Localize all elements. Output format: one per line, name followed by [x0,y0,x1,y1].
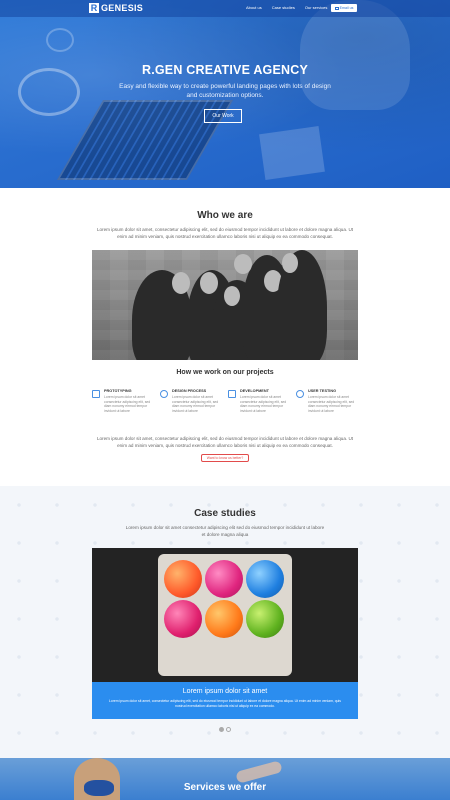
logo[interactable]: R GENESIS [89,3,143,13]
hero-subtitle: Easy and flexible way to create powerful… [119,83,331,99]
feature-title: USER TESTING [308,389,337,393]
case-studies-title: Case studies [194,508,256,519]
case-studies-text: Lorem ipsum dolor sit amet consectetur a… [125,525,325,537]
hero-photo-tablet [259,126,325,180]
know-us-better-button[interactable]: Want to know us better? [201,454,249,462]
hero-photo-cup [46,28,74,52]
hero-title: R.GEN CREATIVE AGENCY [141,63,309,77]
case-caption-title: Lorem ipsum dolor sit amet [182,688,268,695]
team-photo [92,250,358,360]
cube-icon [228,390,236,398]
nav-link-case-studies[interactable]: Case studies [272,5,295,10]
services-photo-arm [235,760,283,784]
landing-page: R GENESIS About us Case studies Our serv… [0,0,450,800]
team-photo-face [282,253,298,273]
feature-title: DESIGN PROCESS [172,389,207,393]
services-section: Services we offer [0,758,450,800]
envelope-icon [334,6,339,10]
magenta-egg [164,600,202,638]
case-caption-text: Lorem ipsum dolor sit amet, consectetur … [109,699,341,708]
case-study-image[interactable] [92,548,358,682]
blue-egg [246,560,284,598]
team-photo-face [224,286,240,306]
team-photo-face [200,272,218,294]
drop-icon [160,390,168,398]
email-us-button[interactable]: Email us [331,4,357,12]
user-icon [296,390,304,398]
email-us-label: Email us [339,6,354,10]
nav-link-about[interactable]: About us [246,5,262,10]
amber-egg [205,600,243,638]
feature-text: Lorem ipsum dolor sit amet consectetur a… [104,395,151,413]
green-egg [246,600,284,638]
feature-prototyping: PROTOTYPING Lorem ipsum dolor sit amet c… [92,389,154,423]
pink-egg [205,560,243,598]
how-we-work-text: Lorem ipsum dolor sit amet, consectetur … [96,436,354,448]
team-photo-face [234,254,252,274]
team-photo-face [172,272,190,294]
who-we-are-title: Who we are [197,210,253,221]
feature-user-testing: USER TESTING Lorem ipsum dolor sit amet … [296,389,358,423]
orange-egg [164,560,202,598]
carousel-dot-active[interactable] [219,727,224,732]
feature-title: PROTOTYPING [104,389,132,393]
feature-text: Lorem ipsum dolor sit amet consectetur a… [240,395,287,413]
services-title: Services we offer [183,782,267,793]
feature-title: DEVELOPMENT [240,389,269,393]
who-we-are-text: Lorem ipsum dolor sit amet, consectetur … [96,227,354,239]
nav-link-services[interactable]: Our services [305,5,327,10]
features-row: PROTOTYPING Lorem ipsum dolor sit amet c… [92,389,358,423]
feature-text: Lorem ipsum dolor sit amet consectetur a… [308,395,355,413]
carousel-pagination [219,727,231,732]
our-work-button[interactable]: Our Work [204,109,242,123]
logo-mark: R [89,3,99,13]
carousel-dot[interactable] [226,727,231,732]
feature-design-process: DESIGN PROCESS Lorem ipsum dolor sit ame… [160,389,222,423]
top-navigation: R GENESIS About us Case studies Our serv… [0,0,450,17]
feature-development: DEVELOPMENT Lorem ipsum dolor sit amet c… [228,389,290,423]
browser-icon [92,390,100,398]
feature-text: Lorem ipsum dolor sit amet consectetur a… [172,395,219,413]
case-study-caption: Lorem ipsum dolor sit amet Lorem ipsum d… [92,682,358,719]
logo-text: GENESIS [101,3,144,13]
hero-section: R GENESIS About us Case studies Our serv… [0,0,450,188]
how-we-work-title: How we work on our projects [176,369,274,376]
